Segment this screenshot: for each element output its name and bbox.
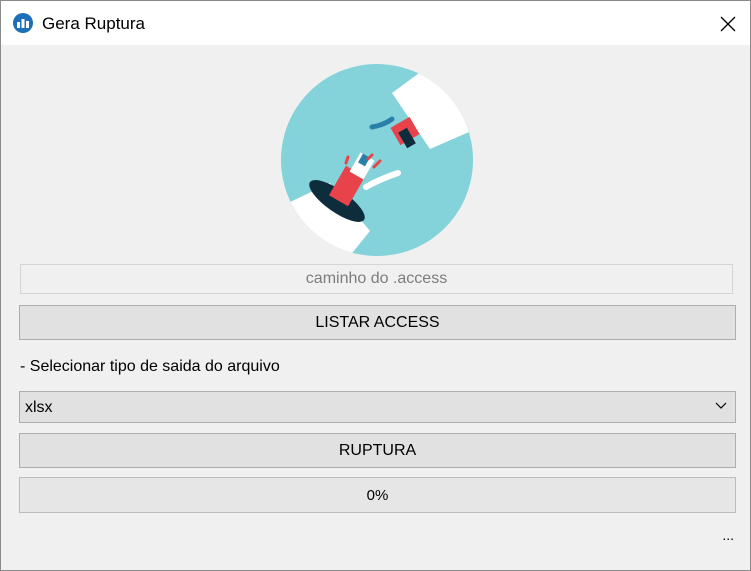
- window-title: Gera Ruptura: [42, 14, 145, 33]
- output-type-label: - Selecionar tipo de saida do arquivo: [20, 358, 280, 375]
- listar-access-button[interactable]: LISTAR ACCESS: [19, 305, 736, 340]
- hero-illustration: [280, 63, 474, 257]
- status-text: ...: [722, 527, 734, 543]
- progress-text: 0%: [366, 487, 389, 504]
- app-logo-icon: [13, 13, 33, 33]
- close-icon: [720, 16, 736, 32]
- title-bar[interactable]: Gera Ruptura: [1, 1, 750, 45]
- app-window: Gera Ruptura caminho do .access LISTAR A…: [0, 0, 751, 571]
- output-type-value: xlsx: [25, 399, 53, 416]
- ruptura-button[interactable]: RUPTURA: [19, 433, 736, 468]
- chevron-down-icon: [715, 402, 727, 409]
- progress-bar: 0%: [19, 477, 736, 513]
- access-path-input[interactable]: [20, 264, 733, 294]
- output-type-select[interactable]: xlsx: [19, 391, 736, 423]
- close-button[interactable]: [704, 1, 750, 45]
